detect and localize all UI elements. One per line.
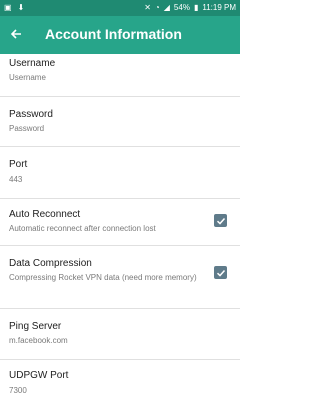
setting-username[interactable]: Username Username bbox=[0, 54, 240, 97]
setting-title: Username bbox=[9, 58, 56, 69]
setting-password[interactable]: Password Password bbox=[0, 97, 240, 147]
setting-ping-server[interactable]: Ping Server m.facebook.com bbox=[0, 309, 240, 360]
setting-summary: Username bbox=[9, 73, 46, 82]
setting-summary: Automatic reconnect after connection los… bbox=[9, 224, 156, 233]
back-button[interactable] bbox=[7, 25, 25, 43]
setting-port[interactable]: Port 443 bbox=[0, 147, 240, 199]
page-title: Account Information bbox=[45, 26, 182, 42]
download-notification-icon: ⬇ bbox=[17, 3, 25, 12]
battery-percent: 54% bbox=[173, 3, 190, 12]
setting-summary: m.facebook.com bbox=[9, 336, 68, 345]
image-notification-icon: ▣ bbox=[4, 3, 12, 12]
setting-title: Port bbox=[9, 159, 28, 170]
data-compression-checkbox[interactable] bbox=[214, 266, 227, 279]
setting-data-compression[interactable]: Data Compression Compressing Rocket VPN … bbox=[0, 246, 240, 309]
setting-summary: Password bbox=[9, 124, 45, 133]
setting-title: UDPGW Port bbox=[9, 370, 69, 381]
check-icon bbox=[216, 217, 225, 225]
setting-title: Ping Server bbox=[9, 321, 62, 332]
wifi-icon: ◔ bbox=[154, 3, 160, 12]
setting-title: Auto Reconnect bbox=[9, 209, 81, 220]
auto-reconnect-checkbox[interactable] bbox=[214, 214, 227, 227]
battery-icon: ▮ bbox=[193, 3, 199, 12]
signal-icon: ◢ bbox=[163, 3, 170, 12]
setting-summary: Compressing Rocket VPN data (need more m… bbox=[9, 273, 197, 282]
setting-summary: 7300 bbox=[9, 386, 27, 395]
setting-auto-reconnect[interactable]: Auto Reconnect Automatic reconnect after… bbox=[0, 199, 240, 246]
clock: 11:19 PM bbox=[202, 3, 236, 12]
setting-title: Data Compression bbox=[9, 258, 92, 269]
app-bar: Account Information bbox=[0, 16, 240, 54]
setting-udpgw-port[interactable]: UDPGW Port 7300 bbox=[0, 360, 240, 400]
setting-summary: 443 bbox=[9, 175, 23, 184]
mute-icon: ✕ bbox=[144, 3, 151, 12]
status-bar: ▣ ⬇ ✕ ◔ ◢ 54% ▮ 11:19 PM bbox=[0, 0, 240, 16]
arrow-back-icon bbox=[10, 29, 21, 39]
check-icon bbox=[216, 269, 225, 277]
setting-title: Password bbox=[9, 109, 53, 120]
